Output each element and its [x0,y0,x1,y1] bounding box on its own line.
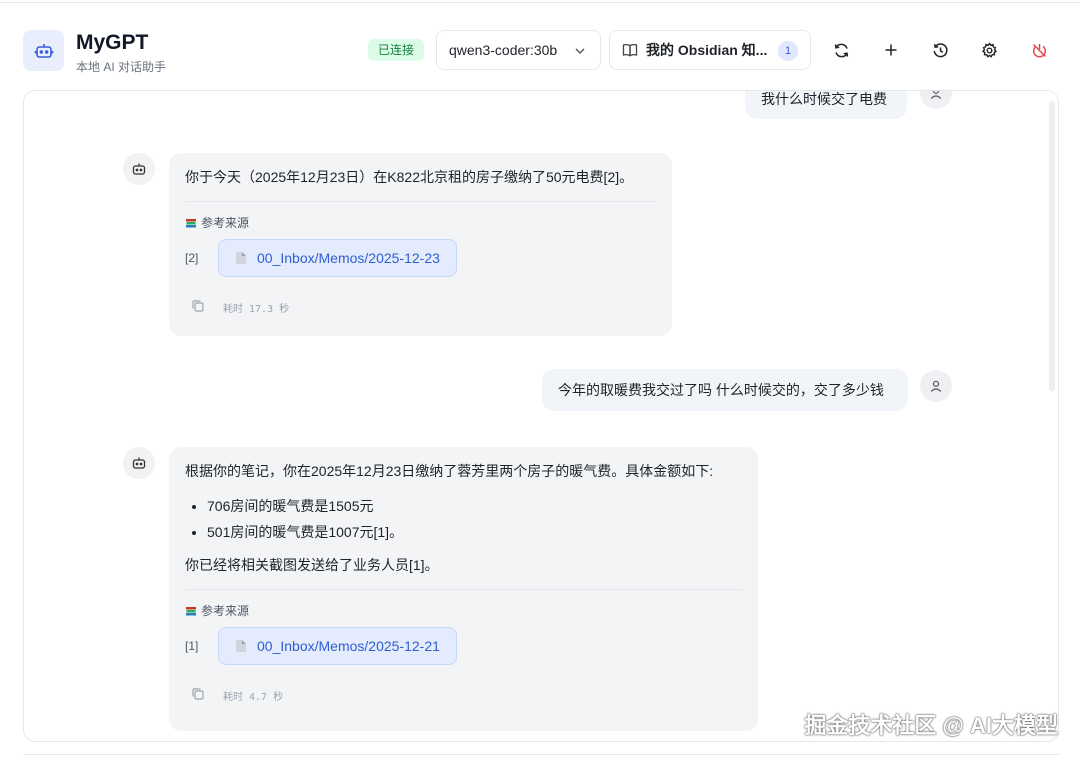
list-item: 706房间的暖气费是1505元 [207,493,742,519]
model-select[interactable]: qwen3-coder:30b [436,30,601,70]
source-index: [1] [185,639,199,653]
user-avatar-icon [920,91,952,109]
assistant-avatar-icon [123,153,155,185]
assistant-message: 根据你的笔记，你在2025年12月23日缴纳了蓉芳里两个房子的暖气费。具体金额如… [169,447,758,731]
assistant-message-text: 你于今天（2025年12月23日）在K822北京租的房子缴纳了50元电费[2]。 [185,169,634,185]
user-message: 今年的取暖费我交过了吗 什么时候交的，交了多少钱 [542,369,908,411]
header: MyGPT 本地 AI 对话助手 已连接 qwen3-coder:30b 我的 … [0,0,1080,90]
message-meta: 耗时 4.7 秒 [185,687,742,703]
app-window: MyGPT 本地 AI 对话助手 已连接 qwen3-coder:30b 我的 … [0,0,1080,760]
source-row: [1] 00_Inbox/Memos/2025-12-21 [185,627,742,665]
model-select-value: qwen3-coder:30b [449,42,558,58]
scrollbar[interactable] [1049,101,1055,391]
bullet-list: 706房间的暖气费是1505元 501房间的暖气费是1007元[1]。 [207,493,742,545]
knowledge-base-label: 我的 Obsidian 知... [646,42,768,58]
document-icon [235,639,247,653]
plus-icon [885,44,897,56]
source-row: [2] 00_Inbox/Memos/2025-12-23 [185,239,656,277]
copy-icon[interactable] [191,299,207,315]
app-subtitle: 本地 AI 对话助手 [76,60,167,74]
user-message: 我什么时候交了电费 [745,91,907,119]
history-button[interactable] [925,35,955,65]
copy-icon[interactable] [191,687,207,703]
source-index: [2] [185,251,199,265]
sources-heading: 参考来源 [185,214,656,231]
refresh-icon [834,43,848,57]
history-icon [933,42,948,57]
assistant-message-followup: 你已经将相关截图发送给了业务人员[1]。 [185,557,439,573]
refresh-button[interactable] [826,35,856,65]
sources-heading: 参考来源 [185,602,742,619]
user-message-text: 我什么时候交了电费 [761,91,887,107]
power-icon [1032,43,1046,57]
document-icon [235,251,247,265]
assistant-message-text: 根据你的笔记，你在2025年12月23日缴纳了蓉芳里两个房子的暖气费。具体金额如… [185,463,714,479]
knowledge-base-select[interactable]: 我的 Obsidian 知... 1 [609,30,811,70]
knowledge-count-badge: 1 [778,41,798,61]
bottom-border [23,754,1059,755]
divider [185,201,656,202]
assistant-avatar-icon [123,447,155,479]
source-link[interactable]: 00_Inbox/Memos/2025-12-23 [218,239,457,277]
app-title: MyGPT [76,31,149,54]
chevron-down-icon [574,44,586,60]
elapsed-time: 耗时 4.7 秒 [223,691,284,703]
user-message-text: 今年的取暖费我交过了吗 什么时候交的，交了多少钱 [558,382,884,398]
book-icon [622,42,638,58]
divider [185,589,742,590]
list-item: 501房间的暖气费是1007元[1]。 [207,519,742,545]
gear-icon [981,41,997,58]
message-meta: 耗时 17.3 秒 [185,299,656,315]
settings-button[interactable] [974,35,1004,65]
books-icon [185,605,197,617]
source-link[interactable]: 00_Inbox/Memos/2025-12-21 [218,627,457,665]
new-chat-button[interactable] [876,35,906,65]
chat-panel[interactable]: 我什么时候交了电费 你于今天（2025年12月23日）在K822北京租的房子缴纳… [23,90,1059,742]
books-icon [185,217,197,229]
watermark: 掘金技术社区 @ AI大模型 [804,713,1058,738]
user-avatar-icon [920,370,952,402]
robot-icon [23,30,64,71]
disconnect-button[interactable] [1024,35,1054,65]
assistant-message: 你于今天（2025年12月23日）在K822北京租的房子缴纳了50元电费[2]。… [169,153,672,336]
elapsed-time: 耗时 17.3 秒 [223,303,290,315]
status-badge: 已连接 [368,39,425,61]
